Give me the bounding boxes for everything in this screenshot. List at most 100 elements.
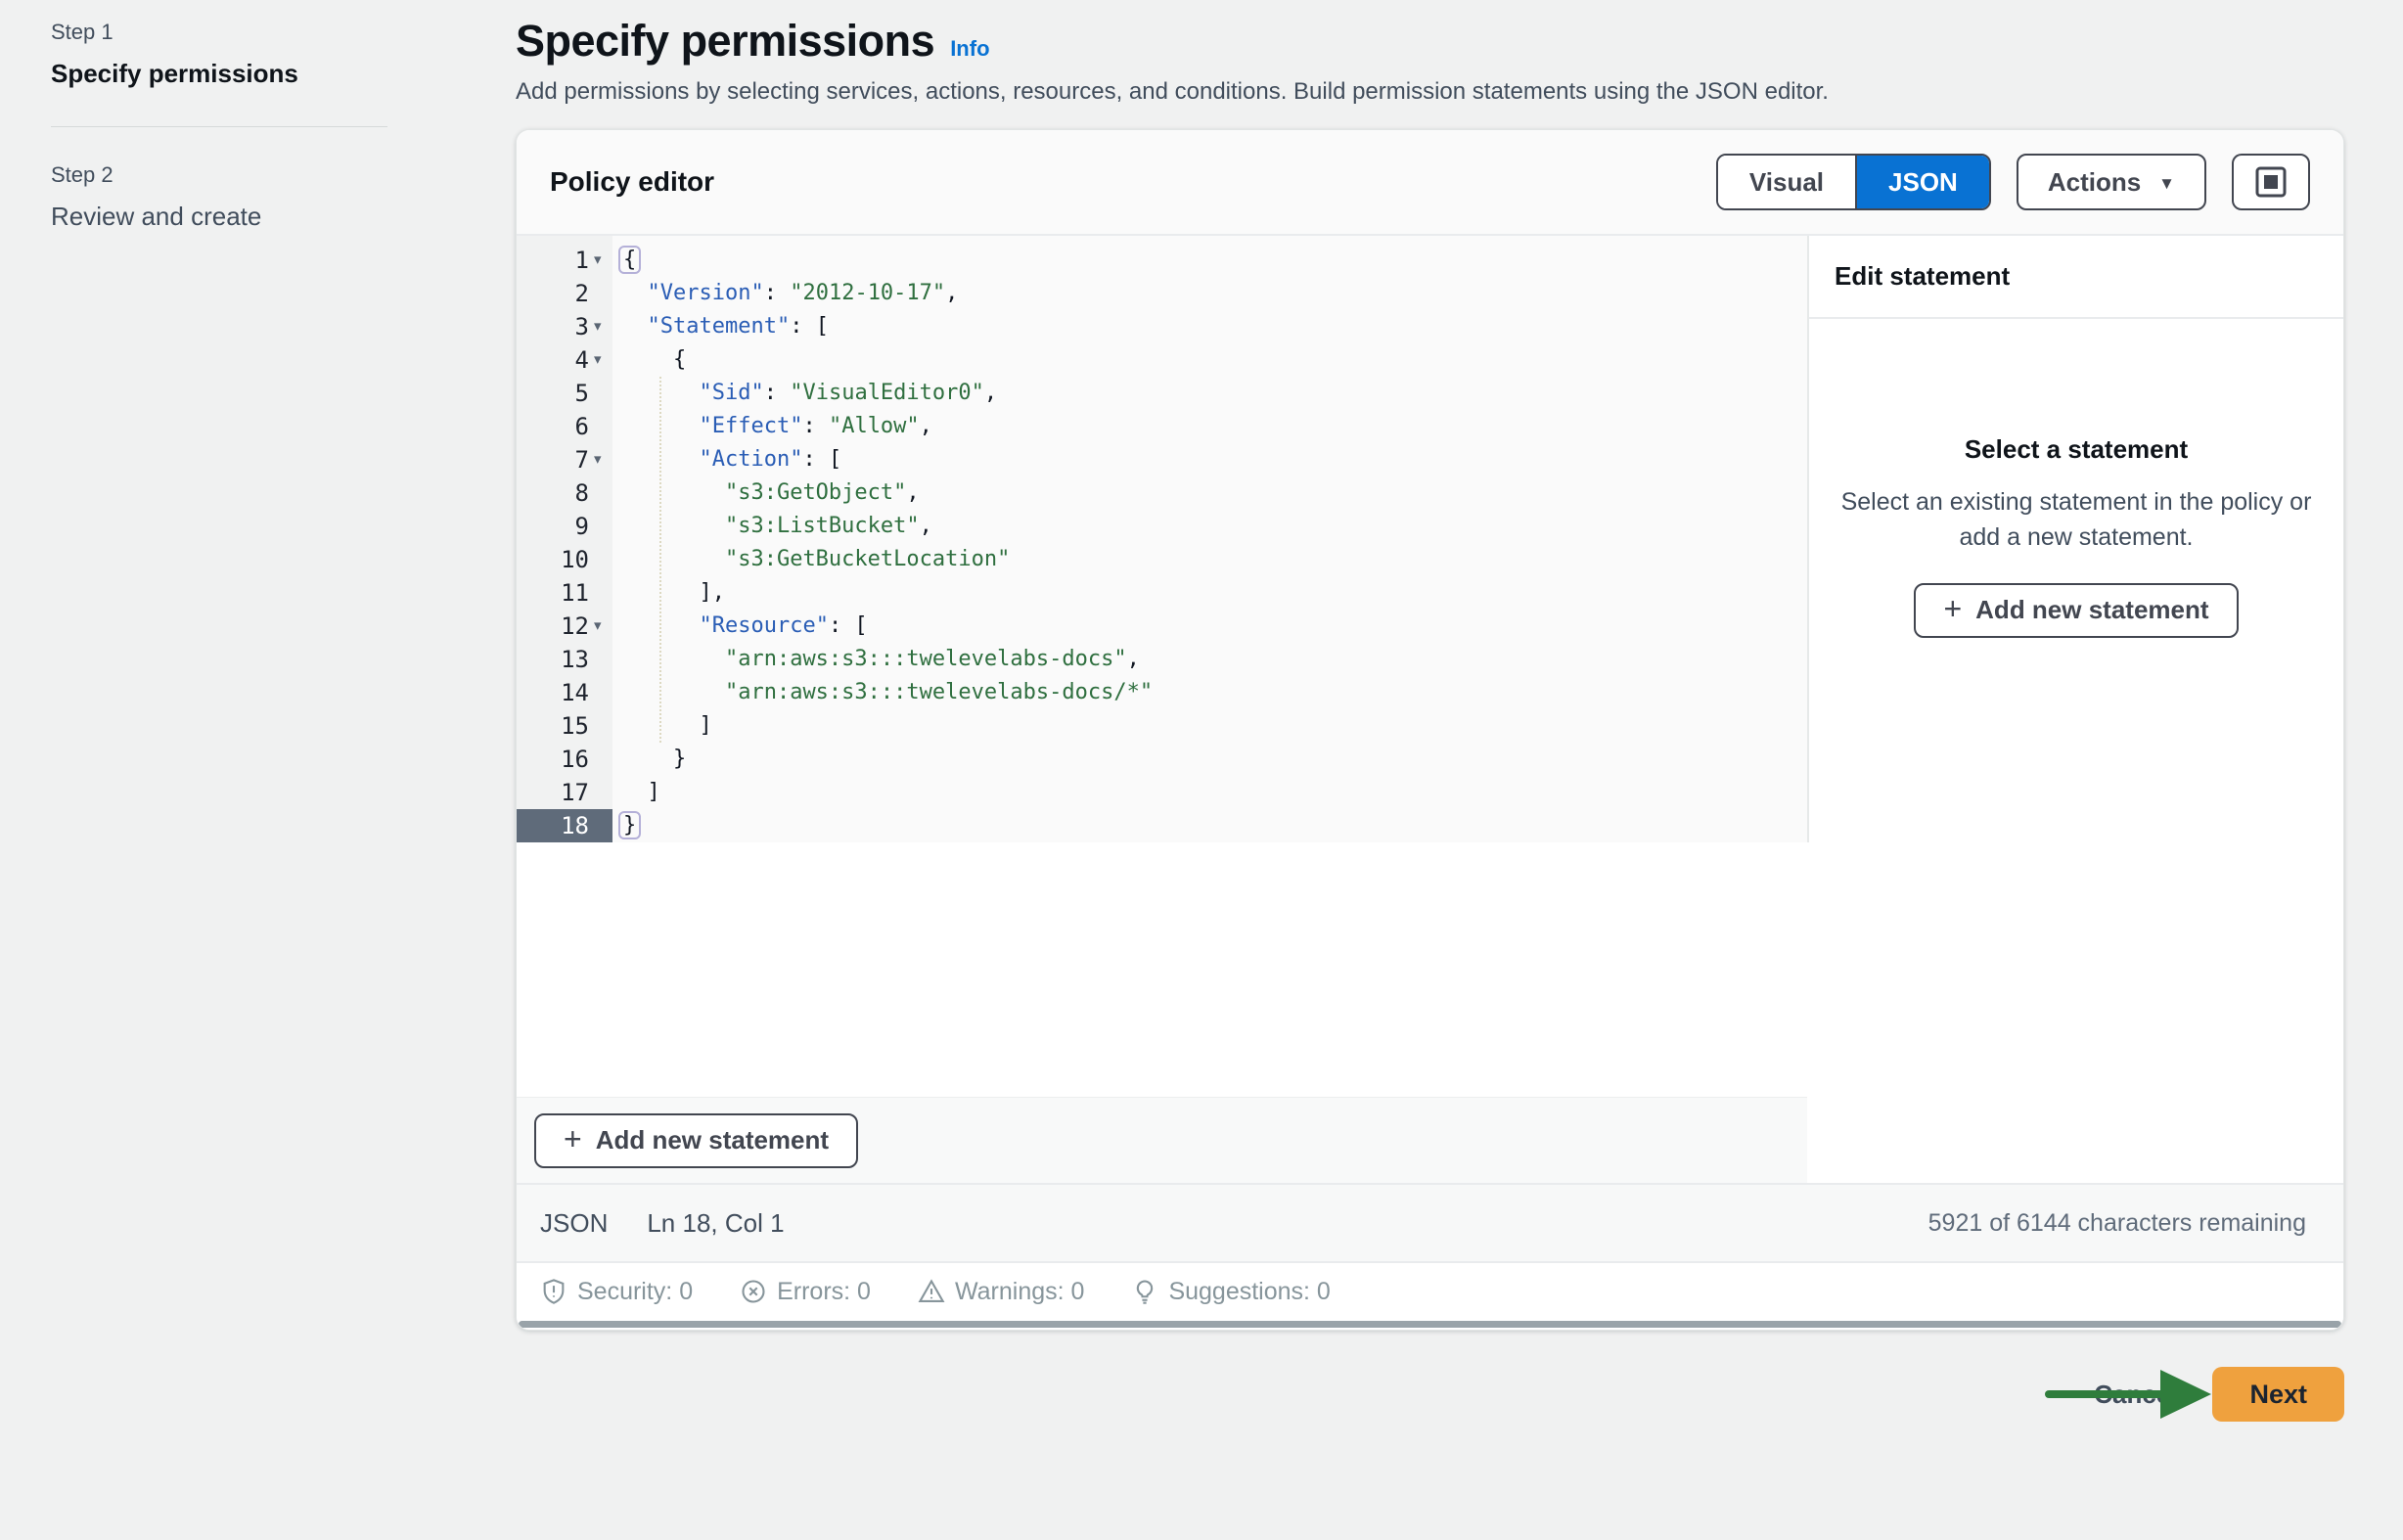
plus-icon: + bbox=[564, 1123, 582, 1155]
wizard-footer: Cancel Next bbox=[516, 1364, 2344, 1425]
gutter-line-12[interactable]: 12▾ bbox=[517, 610, 612, 643]
visual-tab[interactable]: Visual bbox=[1718, 156, 1855, 208]
code-line-14[interactable]: "arn:aws:s3:::twelevelabs-docs/*" bbox=[621, 676, 1807, 709]
lightbulb-icon bbox=[1131, 1278, 1158, 1305]
panel-divider bbox=[1809, 317, 2343, 319]
fold-arrow-icon[interactable]: ▾ bbox=[589, 310, 612, 343]
code-line-4[interactable]: { bbox=[621, 343, 1807, 377]
step-label: Specify permissions bbox=[51, 59, 387, 89]
fold-arrow-icon[interactable]: ▾ bbox=[589, 343, 612, 377]
steps-divider bbox=[51, 126, 387, 127]
actions-dropdown-button[interactable]: Actions ▼ bbox=[2017, 154, 2206, 210]
side-panel-icon bbox=[2254, 165, 2288, 199]
security-findings[interactable]: Security: 0 bbox=[540, 1278, 693, 1306]
gutter-line-10[interactable]: 10 bbox=[517, 543, 612, 576]
gutter-line-15[interactable]: 15 bbox=[517, 709, 612, 743]
fold-arrow-icon[interactable]: ▾ bbox=[589, 610, 612, 643]
code-line-3[interactable]: "Statement": [ bbox=[621, 310, 1807, 343]
steps-nav: Step 1 Specify permissions Step 2 Review… bbox=[51, 20, 387, 232]
error-circle-icon bbox=[740, 1278, 767, 1305]
code-line-12[interactable]: "Resource": [ bbox=[621, 610, 1807, 643]
editor-mode-toggle: Visual JSON bbox=[1716, 154, 1991, 210]
editor-footer: + Add new statement bbox=[517, 1097, 1807, 1183]
policy-editor-header: Policy editor Visual JSON Actions ▼ bbox=[517, 130, 2343, 236]
edit-statement-title: Edit statement bbox=[1835, 261, 2318, 292]
json-tab[interactable]: JSON bbox=[1855, 156, 1989, 208]
code-line-8[interactable]: "s3:GetObject", bbox=[621, 476, 1807, 510]
gutter-line-8[interactable]: 8 bbox=[517, 476, 612, 510]
select-statement-title: Select a statement bbox=[1835, 434, 2318, 465]
code-line-15[interactable]: ] bbox=[621, 709, 1807, 743]
gutter: 1▾23▾4▾567▾89101112▾131415161718 bbox=[517, 236, 612, 842]
gutter-line-11[interactable]: 11 bbox=[517, 576, 612, 610]
code-line-6[interactable]: "Effect": "Allow", bbox=[621, 410, 1807, 443]
code-line-9[interactable]: "s3:ListBucket", bbox=[621, 510, 1807, 543]
empty-statement-state: Select a statement Select an existing st… bbox=[1835, 434, 2318, 638]
step-1-specify-permissions[interactable]: Step 1 Specify permissions bbox=[51, 20, 387, 89]
add-new-statement-button-editor[interactable]: + Add new statement bbox=[534, 1113, 858, 1168]
warning-triangle-icon bbox=[918, 1278, 945, 1305]
add-new-statement-label: Add new statement bbox=[596, 1125, 829, 1155]
code-line-13[interactable]: "arn:aws:s3:::twelevelabs-docs", bbox=[621, 643, 1807, 676]
code-lines[interactable]: { "Version": "2012-10-17", "Statement": … bbox=[612, 236, 1807, 842]
indent-guide bbox=[659, 377, 661, 743]
policy-editor-card: Policy editor Visual JSON Actions ▼ bbox=[516, 129, 2344, 1331]
fold-arrow-icon[interactable]: ▾ bbox=[589, 443, 612, 476]
json-code-editor[interactable]: 1▾23▾4▾567▾89101112▾131415161718 { "Vers… bbox=[517, 236, 1809, 842]
suggestions-count[interactable]: Suggestions: 0 bbox=[1131, 1278, 1330, 1306]
code-line-1[interactable]: { bbox=[621, 244, 1807, 277]
policy-editor-body: 1▾23▾4▾567▾89101112▾131415161718 { "Vers… bbox=[517, 236, 2343, 1183]
code-line-2[interactable]: "Version": "2012-10-17", bbox=[621, 277, 1807, 310]
fold-arrow-icon[interactable]: ▾ bbox=[589, 244, 612, 277]
code-line-18[interactable]: } bbox=[621, 809, 1807, 842]
editor-controls: Visual JSON Actions ▼ bbox=[1716, 154, 2310, 210]
editor-status-bar: JSON Ln 18, Col 1 5921 of 6144 character… bbox=[517, 1183, 2343, 1261]
plus-icon: + bbox=[1943, 593, 1962, 624]
policy-editor-title: Policy editor bbox=[550, 166, 714, 198]
gutter-line-6[interactable]: 6 bbox=[517, 410, 612, 443]
code-line-17[interactable]: ] bbox=[621, 776, 1807, 809]
gutter-line-18[interactable]: 18 bbox=[517, 809, 612, 842]
code-line-7[interactable]: "Action": [ bbox=[621, 443, 1807, 476]
code-line-11[interactable]: ], bbox=[621, 576, 1807, 610]
page-description: Add permissions by selecting services, a… bbox=[516, 78, 2344, 106]
gutter-line-1[interactable]: 1▾ bbox=[517, 244, 612, 277]
shield-icon bbox=[540, 1278, 567, 1305]
code-line-5[interactable]: "Sid": "VisualEditor0", bbox=[621, 377, 1807, 410]
gutter-line-7[interactable]: 7▾ bbox=[517, 443, 612, 476]
gutter-line-5[interactable]: 5 bbox=[517, 377, 612, 410]
edit-statement-panel: Edit statement Select a statement Select… bbox=[1809, 236, 2343, 1183]
cancel-button[interactable]: Cancel bbox=[2094, 1380, 2177, 1410]
next-button[interactable]: Next bbox=[2212, 1367, 2344, 1422]
actions-label: Actions bbox=[2048, 167, 2141, 198]
info-link[interactable]: Info bbox=[950, 36, 989, 62]
characters-remaining: 5921 of 6144 characters remaining bbox=[1928, 1209, 2306, 1238]
gutter-line-14[interactable]: 14 bbox=[517, 676, 612, 709]
side-panel-toggle-button[interactable] bbox=[2232, 154, 2310, 210]
gutter-line-4[interactable]: 4▾ bbox=[517, 343, 612, 377]
gutter-line-3[interactable]: 3▾ bbox=[517, 310, 612, 343]
cursor-position: Ln 18, Col 1 bbox=[647, 1208, 784, 1239]
warnings-count[interactable]: Warnings: 0 bbox=[918, 1278, 1084, 1306]
gutter-line-17[interactable]: 17 bbox=[517, 776, 612, 809]
page: Step 1 Specify permissions Step 2 Review… bbox=[0, 0, 2403, 1540]
code-line-10[interactable]: "s3:GetBucketLocation" bbox=[621, 543, 1807, 576]
select-statement-description: Select an existing statement in the poli… bbox=[1835, 484, 2318, 556]
code-line-16[interactable]: } bbox=[621, 743, 1807, 776]
add-new-statement-label: Add new statement bbox=[1975, 595, 2208, 625]
editor-mode-label: JSON bbox=[540, 1208, 608, 1239]
step-number: Step 1 bbox=[51, 20, 387, 45]
step-2-review-and-create[interactable]: Step 2 Review and create bbox=[51, 162, 387, 232]
step-number: Step 2 bbox=[51, 162, 387, 188]
gutter-line-13[interactable]: 13 bbox=[517, 643, 612, 676]
gutter-line-2[interactable]: 2 bbox=[517, 277, 612, 310]
gutter-line-9[interactable]: 9 bbox=[517, 510, 612, 543]
json-editor-pane: 1▾23▾4▾567▾89101112▾131415161718 { "Vers… bbox=[517, 236, 1809, 1183]
add-new-statement-button-panel[interactable]: + Add new statement bbox=[1914, 583, 2238, 638]
page-title: Specify permissions bbox=[516, 16, 934, 67]
horizontal-scrollbar[interactable] bbox=[519, 1321, 2341, 1328]
gutter-line-16[interactable]: 16 bbox=[517, 743, 612, 776]
errors-count[interactable]: Errors: 0 bbox=[740, 1278, 871, 1306]
validation-status-bar: Security: 0 Errors: 0 Warnings: 0 bbox=[517, 1261, 2343, 1320]
step-label: Review and create bbox=[51, 202, 387, 232]
